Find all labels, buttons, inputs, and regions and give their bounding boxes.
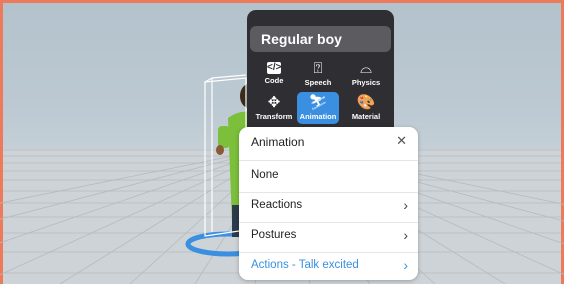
material-tool-button[interactable]: 🎨 Material: [345, 92, 387, 124]
object-name-field[interactable]: Regular boy: [250, 26, 391, 52]
material-tool-label: Material: [351, 112, 381, 121]
animation-tool-button[interactable]: ⛷ Animation: [297, 92, 339, 124]
menu-item-actions-talk-excited[interactable]: Actions - Talk excited ›: [239, 251, 418, 282]
menu-item-label: None: [251, 169, 279, 181]
menu-item-label: Actions - Talk excited: [251, 259, 359, 271]
physics-tool-button[interactable]: ⌓ Physics: [345, 58, 387, 90]
code-icon: </>: [267, 62, 282, 74]
speech-tool-button[interactable]: ⍰ Speech: [297, 58, 339, 90]
transform-tool-label: Transform: [255, 112, 293, 121]
animation-menu-title: Animation: [251, 135, 305, 149]
code-tool-label: Code: [264, 76, 284, 85]
menu-item-label: Reactions: [251, 199, 303, 211]
animation-tool-label: Animation: [299, 112, 337, 121]
chevron-right-icon: ›: [403, 197, 408, 213]
speech-tool-label: Speech: [304, 78, 332, 87]
physics-icon: ⌓: [360, 60, 372, 77]
animation-icon: ⛷: [308, 94, 328, 111]
chevron-right-icon: ›: [403, 227, 408, 243]
menu-item-none[interactable]: None: [239, 161, 418, 193]
menu-item-label: Postures: [251, 229, 297, 241]
menu-item-reactions[interactable]: Reactions ›: [239, 191, 418, 223]
speech-bubble-icon: ⍰: [313, 60, 323, 77]
palette-icon: 🎨: [356, 94, 376, 111]
transform-tool-button[interactable]: ✥ Transform: [253, 92, 295, 124]
menu-item-postures[interactable]: Postures ›: [239, 221, 418, 253]
animation-menu: Animation ✕ None Reactions › Postures › …: [239, 127, 418, 280]
animation-menu-header: Animation ✕: [239, 127, 418, 161]
physics-tool-label: Physics: [351, 78, 381, 87]
close-icon[interactable]: ✕: [396, 133, 407, 149]
chevron-right-icon: ›: [403, 257, 408, 273]
code-tool-button[interactable]: </> Code: [253, 58, 295, 90]
move-arrows-icon: ✥: [267, 94, 281, 111]
